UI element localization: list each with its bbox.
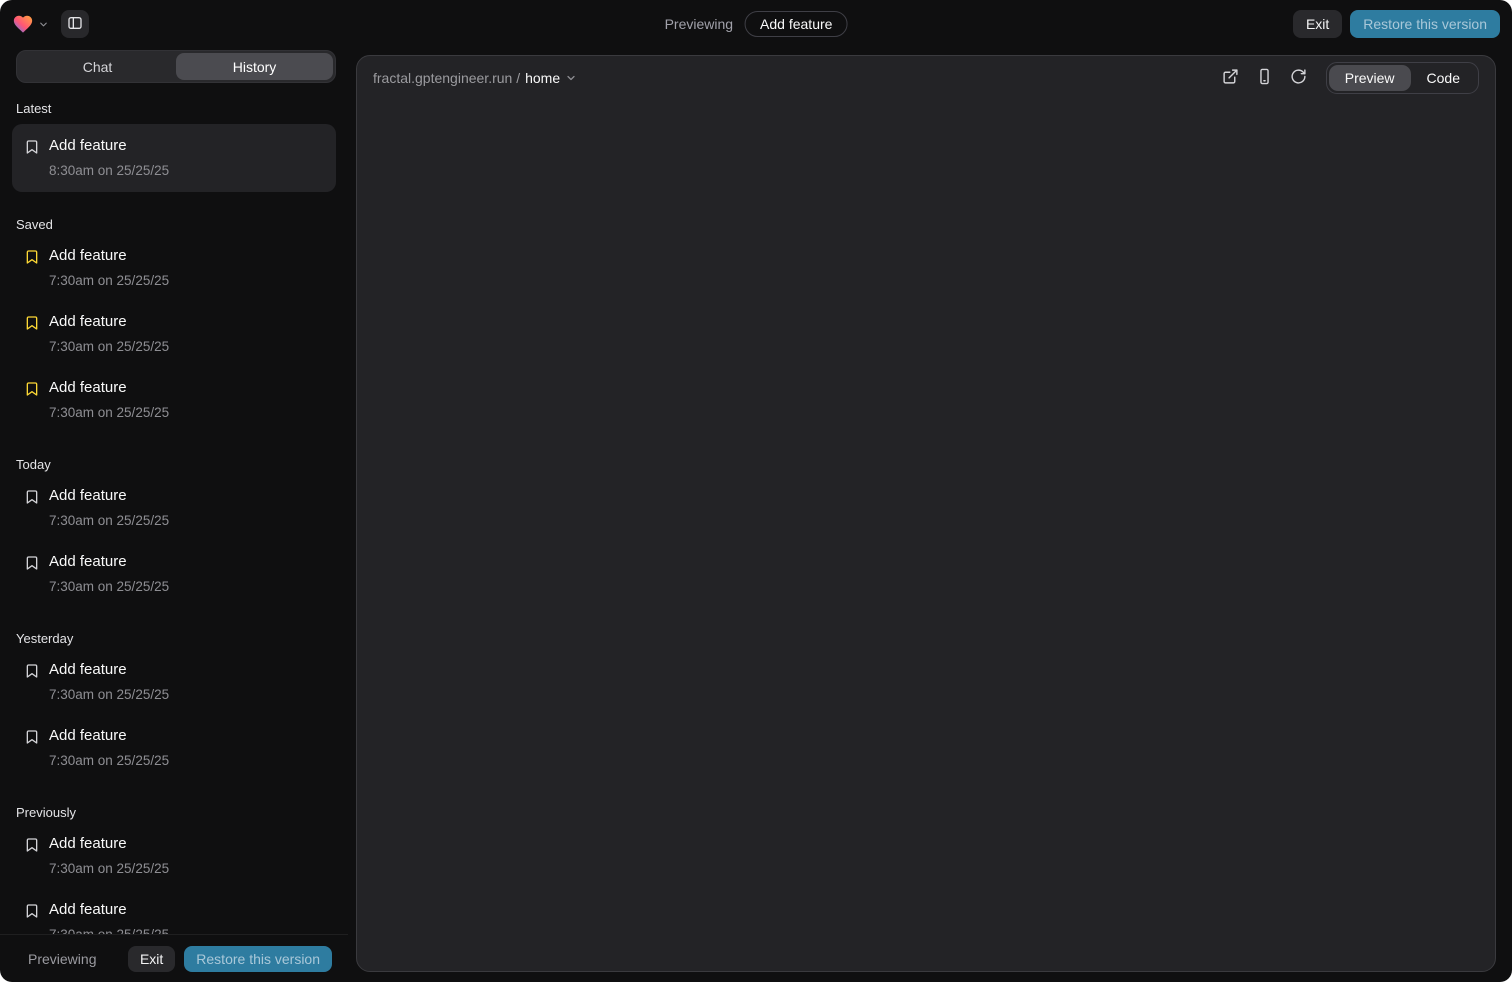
history-item-time: 7:30am on 25/25/25 (49, 338, 169, 356)
history-item-title: Add feature (49, 660, 169, 680)
section-title-today: Today (16, 457, 332, 472)
bookmark-outline-icon (24, 139, 40, 155)
preview-mode-button[interactable]: Preview (1329, 65, 1411, 91)
history-item[interactable]: Add feature 7:30am on 25/25/25 (12, 236, 336, 300)
bookmark-outline-icon (24, 663, 40, 679)
app-window: Previewing Add feature Exit Restore this… (0, 0, 1512, 982)
exit-button[interactable]: Exit (1293, 10, 1342, 38)
restore-version-button[interactable]: Restore this version (184, 946, 332, 972)
history-item[interactable]: Add feature 7:30am on 25/25/25 (12, 302, 336, 366)
mobile-view-button[interactable] (1252, 65, 1278, 91)
section-title-saved: Saved (16, 217, 332, 232)
preview-content[interactable] (357, 100, 1495, 971)
sidebar-footer: Previewing Exit Restore this version (0, 934, 348, 982)
version-badge[interactable]: Add feature (745, 11, 847, 37)
project-menu[interactable] (12, 13, 49, 35)
history-item[interactable]: Add feature 7:30am on 25/25/25 (12, 716, 336, 780)
history-item-time: 7:30am on 25/25/25 (49, 272, 169, 290)
history-item-title: Add feature (49, 726, 169, 746)
sidebar-toggle-button[interactable] (61, 10, 89, 38)
section-title-previously: Previously (16, 805, 332, 820)
history-item[interactable]: Add feature 7:30am on 25/25/25 (12, 824, 336, 888)
tab-history[interactable]: History (176, 53, 333, 80)
history-item-time: 7:30am on 25/25/25 (49, 404, 169, 422)
current-page-name: home (525, 70, 560, 86)
code-mode-button[interactable]: Code (1411, 65, 1476, 91)
bookmark-outline-icon (24, 903, 40, 919)
history-item[interactable]: Add feature 8:30am on 25/25/25 (12, 124, 336, 192)
history-item-title: Add feature (49, 136, 169, 156)
bookmark-outline-icon (24, 489, 40, 505)
refresh-icon (1290, 68, 1307, 88)
lovable-heart-logo-icon (12, 13, 34, 35)
bookmark-outline-icon (24, 837, 40, 853)
section-title-latest: Latest (16, 101, 332, 116)
previewing-status-label: Previewing (665, 16, 733, 32)
bookmark-filled-icon (24, 381, 40, 397)
history-item[interactable]: Add feature 7:30am on 25/25/25 (12, 890, 336, 934)
history-item-time: 7:30am on 25/25/25 (49, 686, 169, 704)
history-item-title: Add feature (49, 834, 169, 854)
history-item[interactable]: Add feature 7:30am on 25/25/25 (12, 542, 336, 606)
chevron-down-icon (38, 19, 49, 30)
sidebar: Chat History Latest Add feature 8:30am o… (0, 48, 348, 982)
preview-panel-header: fractal.gptengineer.run / home (357, 56, 1495, 100)
history-item-time: 7:30am on 25/25/25 (49, 752, 169, 770)
preview-panel: fractal.gptengineer.run / home (356, 55, 1496, 972)
history-item-time: 7:30am on 25/25/25 (49, 578, 169, 596)
history-item[interactable]: Add feature 7:30am on 25/25/25 (12, 650, 336, 714)
page-selector[interactable]: fractal.gptengineer.run / home (373, 70, 577, 86)
chevron-down-icon (565, 72, 577, 84)
view-mode-toggle: Preview Code (1326, 62, 1479, 94)
history-item-title: Add feature (49, 552, 169, 572)
preview-url: fractal.gptengineer.run / (373, 70, 520, 86)
section-title-yesterday: Yesterday (16, 631, 332, 646)
history-item-time: 7:30am on 25/25/25 (49, 860, 169, 878)
history-item[interactable]: Add feature 7:30am on 25/25/25 (12, 368, 336, 432)
refresh-button[interactable] (1286, 65, 1312, 91)
bookmark-outline-icon (24, 729, 40, 745)
history-item-time: 8:30am on 25/25/25 (49, 162, 169, 180)
external-link-icon (1222, 68, 1239, 88)
history-item-title: Add feature (49, 486, 169, 506)
history-list: Latest Add feature 8:30am on 25/25/25 Sa… (0, 83, 348, 934)
bookmark-filled-icon (24, 249, 40, 265)
panel-left-icon (67, 15, 83, 34)
history-item[interactable]: Add feature 7:30am on 25/25/25 (12, 476, 336, 540)
history-item-time: 7:30am on 25/25/25 (49, 512, 169, 530)
history-item-title: Add feature (49, 378, 169, 398)
history-item-title: Add feature (49, 312, 169, 332)
exit-button[interactable]: Exit (128, 946, 175, 972)
top-bar: Previewing Add feature Exit Restore this… (0, 0, 1512, 48)
history-item-time: 7:30am on 25/25/25 (49, 926, 169, 934)
history-item-title: Add feature (49, 900, 169, 920)
bookmark-filled-icon (24, 315, 40, 331)
smartphone-icon (1256, 68, 1273, 88)
history-item-title: Add feature (49, 246, 169, 266)
tab-chat[interactable]: Chat (19, 53, 176, 80)
open-in-new-tab-button[interactable] (1218, 65, 1244, 91)
sidebar-tab-switcher: Chat History (16, 50, 336, 83)
bookmark-outline-icon (24, 555, 40, 571)
previewing-status-label: Previewing (28, 951, 96, 967)
restore-version-button[interactable]: Restore this version (1350, 10, 1500, 38)
